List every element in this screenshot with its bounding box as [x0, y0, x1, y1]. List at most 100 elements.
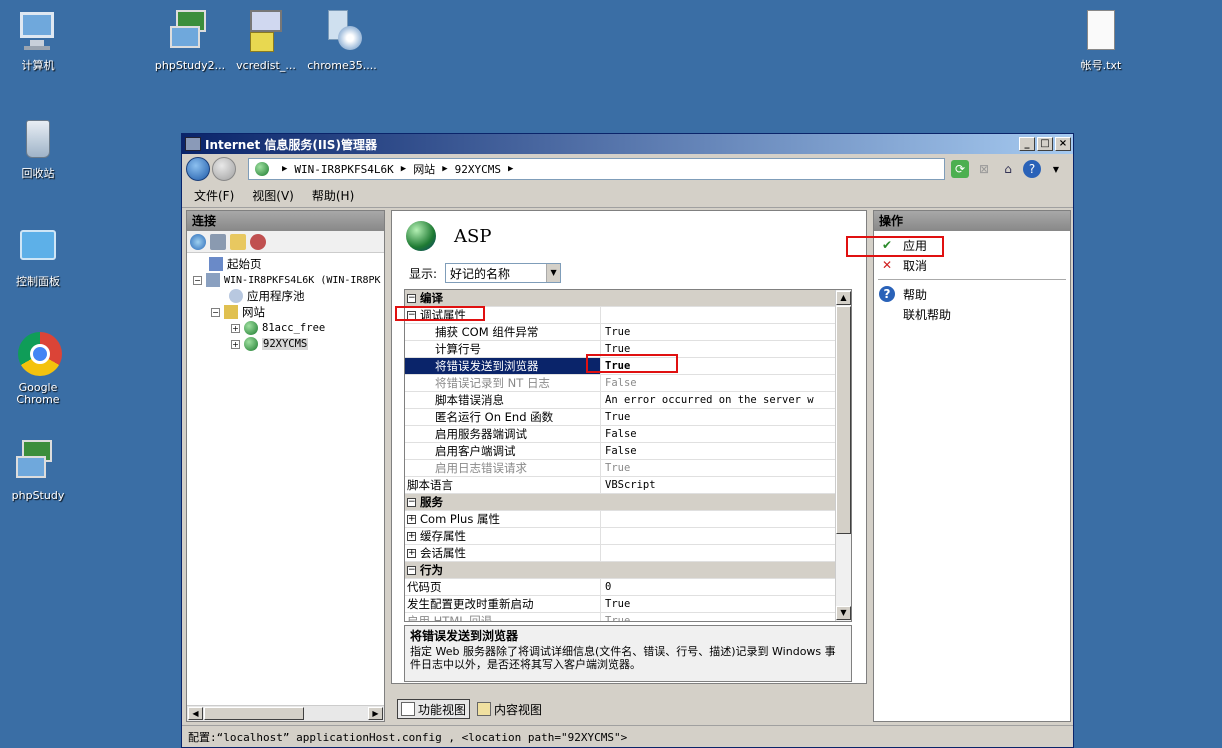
menu-view[interactable]: 视图(V)	[252, 187, 294, 204]
expand-icon[interactable]: +	[407, 514, 416, 524]
expand-icon[interactable]: +	[407, 548, 416, 558]
scroll-thumb[interactable]	[204, 707, 304, 720]
breadcrumb-server[interactable]: WIN-IR8PKFS4L6K	[294, 163, 393, 176]
desktop-icon-vcredist[interactable]: vcredist_...	[226, 8, 306, 72]
tab-content-view[interactable]: 内容视图	[474, 699, 545, 719]
collapse-icon[interactable]: −	[407, 310, 416, 320]
scroll-up-icon[interactable]: ▲	[836, 291, 851, 305]
help-icon[interactable]: ?	[1023, 160, 1041, 178]
grid-row[interactable]: 启用客户端调试 False	[405, 443, 851, 460]
grid-row[interactable]: + 缓存属性	[405, 528, 851, 545]
grid-row-value[interactable]: True▼	[601, 358, 851, 374]
collapse-icon[interactable]: −	[407, 565, 416, 575]
grid-row-label: 启用日志错误请求	[435, 461, 527, 475]
folder-up-icon[interactable]	[230, 233, 246, 250]
grid-row[interactable]: 将错误发送到浏览器 True▼	[405, 358, 851, 375]
chevron-right-icon[interactable]: ▶	[282, 164, 287, 174]
desktop-icon-control-panel[interactable]: 控制面板	[0, 224, 78, 288]
grid-row[interactable]: − 调试属性	[405, 307, 851, 324]
tree-item-server[interactable]: − WIN-IR8PKFS4L6K (WIN-IR8PK	[193, 272, 381, 288]
chevron-right-icon[interactable]: ▶	[508, 164, 513, 174]
refresh-icon[interactable]: ⟳	[951, 160, 969, 178]
tree-item-site-81acc[interactable]: + 81acc_free	[231, 320, 325, 336]
collapse-icon[interactable]: −	[193, 275, 202, 285]
chevron-down-icon[interactable]: ▼	[546, 264, 561, 282]
title-bar[interactable]: Internet 信息服务(IIS)管理器 _ □ ×	[182, 134, 1073, 154]
chevron-right-icon[interactable]: ▶	[401, 164, 406, 174]
grid-row-value: An error occurred on the server w	[601, 392, 851, 408]
expand-icon[interactable]: +	[231, 323, 240, 333]
breadcrumb-site[interactable]: 92XYCMS	[455, 163, 501, 176]
tree-item-sites[interactable]: − 网站	[211, 304, 265, 320]
maximize-button[interactable]: □	[1037, 137, 1053, 151]
apply-action[interactable]: ✔ 应用	[874, 235, 1070, 255]
scroll-right-icon[interactable]: ▶	[368, 707, 383, 720]
chevron-down-icon[interactable]: ▼	[1047, 160, 1065, 178]
tree-item-app-pools[interactable]: 应用程序池	[229, 288, 305, 304]
grid-row[interactable]: 启用 HTML 回退 True	[405, 613, 851, 622]
grid-row[interactable]: 启用服务器端调试 False	[405, 426, 851, 443]
grid-row-value-text: True	[605, 598, 631, 610]
grid-row-value-text: VBScript	[605, 479, 656, 491]
grid-row-value-text: True	[605, 615, 631, 622]
tab-features-view[interactable]: 功能视图	[397, 699, 471, 719]
home-icon[interactable]: ⌂	[999, 160, 1017, 178]
grid-row[interactable]: + Com Plus 属性	[405, 511, 851, 528]
desktop-icon-chrome35[interactable]: chrome35....	[302, 8, 382, 72]
scroll-left-icon[interactable]: ◀	[188, 707, 203, 720]
grid-row-value	[601, 528, 851, 544]
forward-button[interactable]	[212, 157, 236, 181]
grid-category[interactable]: − 编译	[405, 290, 851, 307]
scroll-thumb[interactable]	[836, 306, 851, 534]
disconnect-icon[interactable]	[250, 233, 266, 250]
scroll-down-icon[interactable]: ▼	[836, 606, 851, 620]
chevron-right-icon[interactable]: ▶	[442, 164, 447, 174]
grid-row[interactable]: 脚本语言 VBScript	[405, 477, 851, 494]
grid-category[interactable]: − 行为	[405, 562, 851, 579]
grid-row-value-text: True	[605, 326, 631, 338]
grid-row[interactable]: 计算行号 True	[405, 341, 851, 358]
grid-row[interactable]: 将错误记录到 NT 日志 False	[405, 375, 851, 392]
desktop-icon-chrome[interactable]: Google Chrome	[0, 330, 78, 406]
grid-row[interactable]: 发生配置更改时重新启动 True	[405, 596, 851, 613]
display-select[interactable]: 好记的名称 ▼	[445, 263, 562, 283]
online-help-action[interactable]: 联机帮助	[874, 304, 1070, 324]
desktop-icon-account-txt[interactable]: 帐号.txt	[1061, 8, 1141, 72]
minimize-button[interactable]: _	[1019, 137, 1035, 151]
grid-row[interactable]: + 会话属性	[405, 545, 851, 562]
address-bar[interactable]: ▶ WIN-IR8PKFS4L6K ▶ 网站 ▶ 92XYCMS ▶	[248, 158, 945, 180]
save-icon[interactable]	[210, 233, 226, 250]
menu-file[interactable]: 文件(F)	[194, 187, 234, 204]
desktop-icon-phpstudy2[interactable]: phpStudy2...	[150, 8, 230, 72]
collapse-icon[interactable]: −	[407, 293, 416, 303]
cancel-action[interactable]: ✕ 取消	[874, 255, 1070, 275]
horizontal-scrollbar[interactable]: ◀ ▶	[187, 705, 384, 721]
menu-help[interactable]: 帮助(H)	[312, 187, 354, 204]
grid-row[interactable]: 脚本错误消息 An error occurred on the server w	[405, 392, 851, 409]
grid-row-value-text: True	[605, 411, 631, 423]
expand-icon[interactable]: +	[407, 531, 416, 541]
tree-item-site-92xycms[interactable]: + 92XYCMS	[231, 336, 309, 352]
desktop-icon-computer[interactable]: 计算机	[0, 8, 78, 72]
stop-icon[interactable]: ⊠	[975, 160, 993, 178]
breadcrumb-sites[interactable]: 网站	[413, 161, 435, 177]
collapse-icon[interactable]: −	[211, 307, 220, 317]
grid-row[interactable]: 代码页 0	[405, 579, 851, 596]
connections-title: 连接	[187, 211, 384, 231]
collapse-icon[interactable]: −	[407, 497, 416, 507]
close-button[interactable]: ×	[1055, 137, 1071, 151]
grid-row[interactable]: 启用日志错误请求 True	[405, 460, 851, 477]
expand-icon[interactable]: +	[231, 339, 240, 349]
desktop-icon-recycle-bin[interactable]: 回收站	[0, 116, 78, 180]
connect-icon[interactable]	[190, 233, 206, 250]
grid-row[interactable]: 捕获 COM 组件异常 True	[405, 324, 851, 341]
tree-item-start-page[interactable]: 起始页	[209, 256, 262, 272]
grid-row[interactable]: 匿名运行 On End 函数 True	[405, 409, 851, 426]
grid-category[interactable]: − 服务	[405, 494, 851, 511]
help-action[interactable]: ? 帮助	[874, 284, 1070, 304]
back-button[interactable]	[186, 157, 210, 181]
desktop-icon-phpstudy[interactable]: phpStudy	[0, 438, 78, 502]
vertical-scrollbar[interactable]: ▲ ▼	[835, 290, 851, 621]
desktop-icon-label: 回收站	[21, 167, 55, 180]
tree-item-label: 92XYCMS	[262, 338, 309, 350]
